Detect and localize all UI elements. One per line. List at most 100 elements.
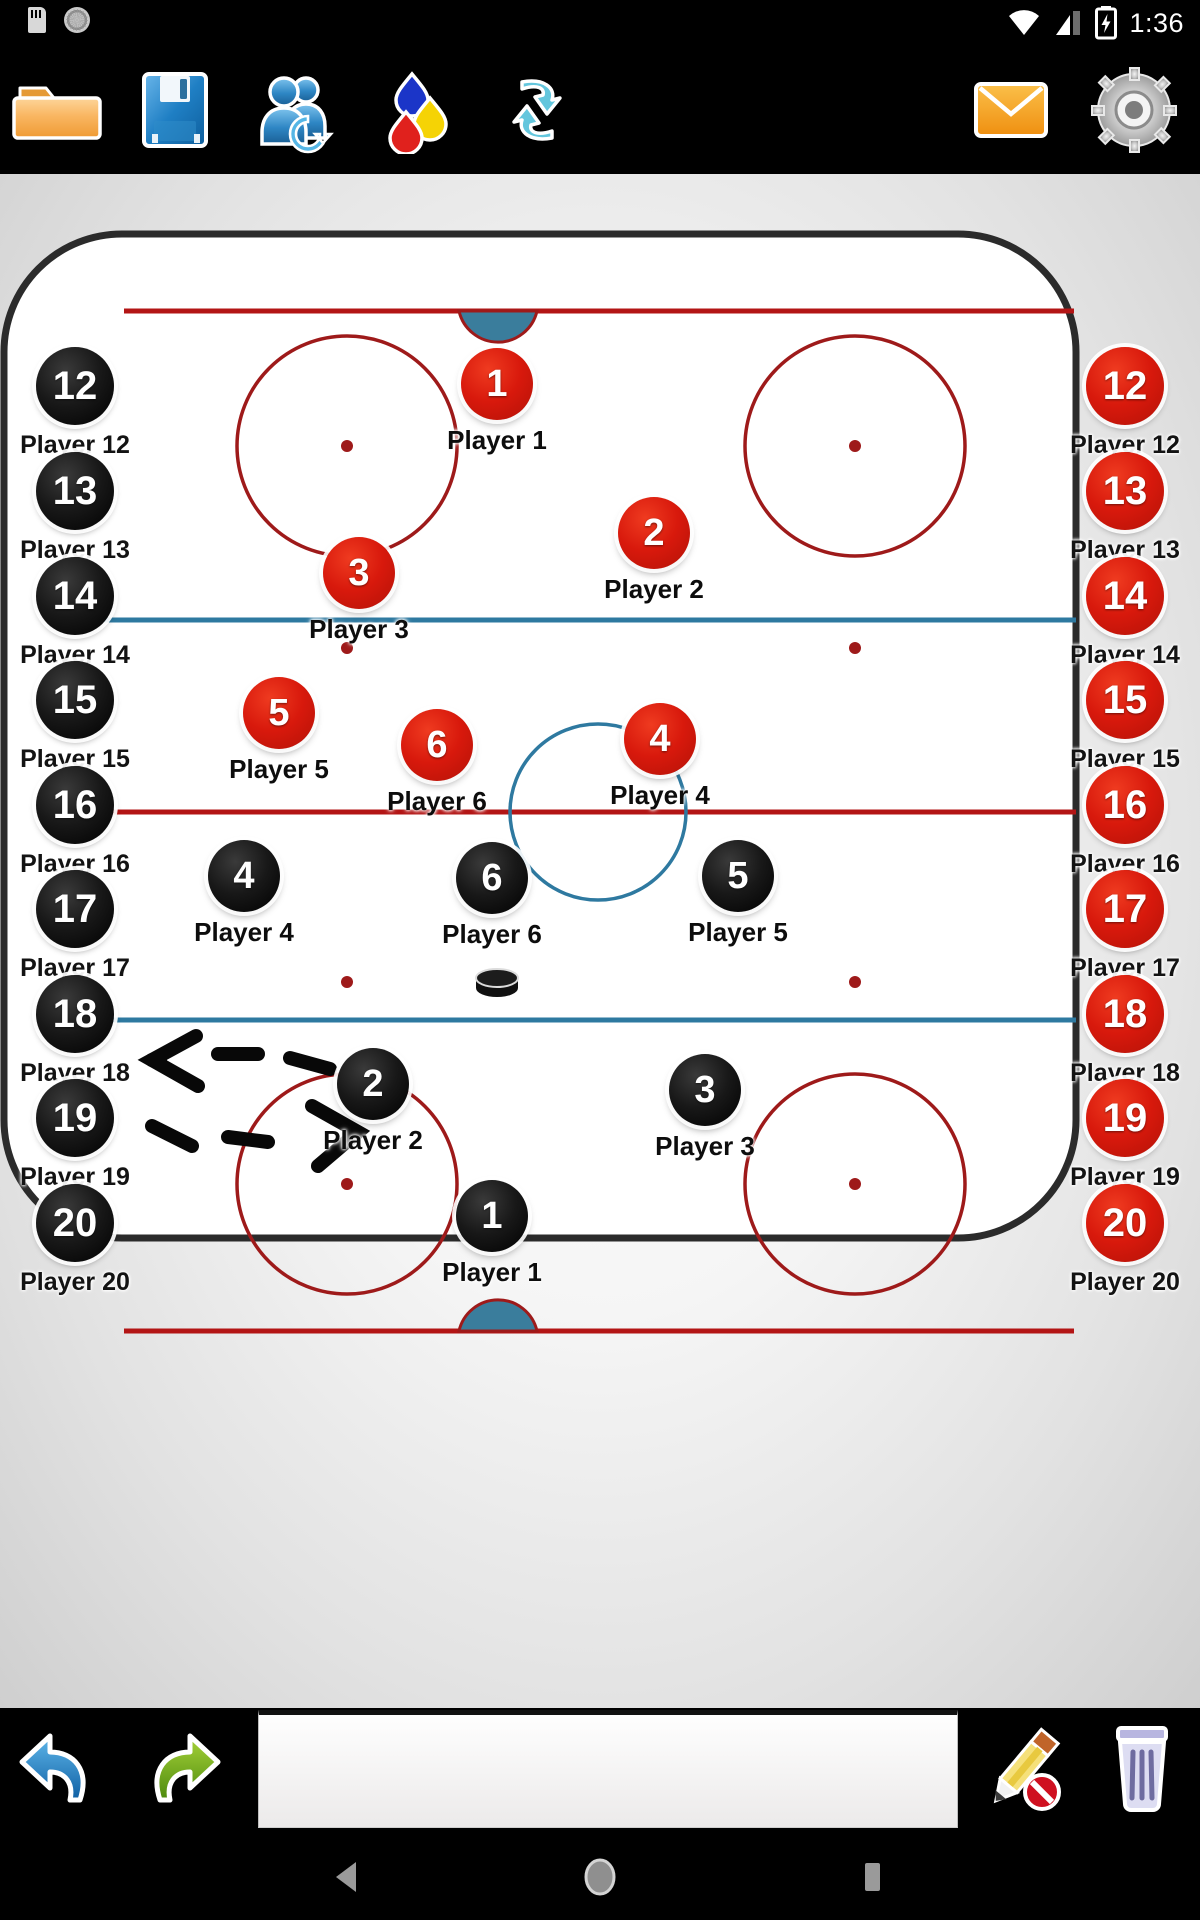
roster-item-right-16[interactable]: 16 Player 16	[1050, 766, 1200, 879]
neutral-dot-bottom-left	[341, 976, 353, 988]
roster-item-left-19[interactable]: 19 Player 19	[0, 1079, 150, 1192]
top-toolbar	[0, 46, 1200, 174]
open-folder-button[interactable]	[12, 66, 102, 154]
ice-token-black-1[interactable]: 1 Player 1	[417, 1180, 567, 1288]
ice-chip-black-1[interactable]: 1	[456, 1180, 528, 1252]
home-circle-icon[interactable]	[570, 1856, 630, 1898]
android-nav-bar	[0, 1834, 1200, 1920]
redo-button[interactable]	[132, 1718, 232, 1818]
erase-draw-button[interactable]	[972, 1718, 1072, 1818]
tactics-board[interactable]: 12 Player 12 13 Player 13 14 Player 14 15 Playe…	[0, 174, 1200, 1708]
roster-item-right-13[interactable]: 13 Player 13	[1050, 452, 1200, 565]
roster-chip-right-20[interactable]: 20	[1086, 1184, 1164, 1262]
ice-token-red-2[interactable]: 2 Player 2	[579, 497, 729, 605]
roster-chip-left-12[interactable]: 12	[36, 347, 114, 425]
ice-token-black-4[interactable]: 4 Player 4	[169, 840, 319, 948]
back-triangle-icon[interactable]	[318, 1856, 378, 1898]
ice-token-black-3[interactable]: 3 Player 3	[630, 1054, 780, 1162]
faceoff-dot-top-right	[849, 440, 861, 452]
ice-label-black-6: Player 6	[442, 919, 542, 949]
roster-chip-left-14[interactable]: 14	[36, 557, 114, 635]
roster-label-right-20: Player 20	[1070, 1268, 1180, 1296]
wifi-icon	[1009, 10, 1040, 35]
delete-button[interactable]	[1092, 1718, 1192, 1818]
roster-chip-right-19[interactable]: 19	[1086, 1079, 1164, 1157]
ice-token-red-3[interactable]: 3 Player 3	[284, 537, 434, 645]
ice-chip-black-5[interactable]: 5	[702, 840, 774, 912]
roster-item-right-17[interactable]: 17 Player 17	[1050, 870, 1200, 983]
ice-token-red-6[interactable]: 6 Player 6	[362, 709, 512, 817]
save-button[interactable]	[132, 66, 222, 154]
puck[interactable]	[474, 968, 520, 998]
mail-button[interactable]	[966, 66, 1056, 154]
roster-item-left-15[interactable]: 15 Player 15	[0, 661, 150, 774]
roster-chip-right-13[interactable]: 13	[1086, 452, 1164, 530]
roster-item-left-12[interactable]: 12 Player 12	[0, 347, 150, 460]
ice-token-black-2[interactable]: 2 Player 2	[298, 1048, 448, 1156]
ice-chip-black-2[interactable]: 2	[337, 1048, 409, 1120]
roster-item-right-15[interactable]: 15 Player 15	[1050, 661, 1200, 774]
ice-chip-black-4[interactable]: 4	[208, 840, 280, 912]
roster-item-right-19[interactable]: 19 Player 19	[1050, 1079, 1200, 1192]
ice-token-red-1[interactable]: 1 Player 1	[422, 348, 572, 456]
battery-charging-icon	[1095, 6, 1118, 40]
roster-chip-right-15[interactable]: 15	[1086, 661, 1164, 739]
undo-button[interactable]	[8, 1718, 108, 1818]
roster-chip-right-17[interactable]: 17	[1086, 870, 1164, 948]
ice-label-red-6: Player 6	[387, 786, 487, 816]
roster-chip-left-15[interactable]: 15	[36, 661, 114, 739]
ice-label-black-3: Player 3	[655, 1131, 755, 1161]
ice-token-black-6[interactable]: 6 Player 6	[417, 842, 567, 950]
neutral-dot-top-right	[849, 642, 861, 654]
roster-chip-left-16[interactable]: 16	[36, 766, 114, 844]
ice-chip-black-3[interactable]: 3	[669, 1054, 741, 1126]
roster-item-left-14[interactable]: 14 Player 14	[0, 557, 150, 670]
cellular-signal-icon	[1056, 11, 1081, 35]
roster-chip-left-18[interactable]: 18	[36, 975, 114, 1053]
sd-card-icon	[28, 7, 46, 33]
colors-button[interactable]	[372, 66, 462, 154]
ice-chip-red-4[interactable]: 4	[624, 703, 696, 775]
ice-label-red-3: Player 3	[309, 614, 409, 644]
roster-chip-right-14[interactable]: 14	[1086, 557, 1164, 635]
ice-label-black-5: Player 5	[688, 917, 788, 947]
ice-chip-red-3[interactable]: 3	[323, 537, 395, 609]
ice-token-red-4[interactable]: 4 Player 4	[585, 703, 735, 811]
ice-label-red-2: Player 2	[604, 574, 704, 604]
ice-chip-red-2[interactable]: 2	[618, 497, 690, 569]
ice-token-black-5[interactable]: 5 Player 5	[663, 840, 813, 948]
status-bar-left-icons	[28, 7, 90, 33]
roster-label-left-20: Player 20	[20, 1268, 130, 1296]
roster-chip-left-19[interactable]: 19	[36, 1079, 114, 1157]
roster-chip-left-17[interactable]: 17	[36, 870, 114, 948]
brightness-icon	[64, 7, 90, 33]
roster-chip-right-18[interactable]: 18	[1086, 975, 1164, 1053]
roster-item-left-16[interactable]: 16 Player 16	[0, 766, 150, 879]
crease-bottom	[457, 1298, 539, 1333]
recents-square-icon[interactable]	[842, 1856, 902, 1898]
players-button[interactable]	[252, 66, 342, 154]
ice-chip-black-6[interactable]: 6	[456, 842, 528, 914]
roster-item-left-17[interactable]: 17 Player 17	[0, 870, 150, 983]
roster-chip-right-12[interactable]: 12	[1086, 347, 1164, 425]
roster-item-right-20[interactable]: 20 Player 20	[1050, 1184, 1200, 1297]
ice-chip-red-1[interactable]: 1	[461, 348, 533, 420]
roster-item-left-13[interactable]: 13 Player 13	[0, 452, 150, 565]
roster-chip-left-20[interactable]: 20	[36, 1184, 114, 1262]
settings-button[interactable]	[1088, 66, 1184, 154]
roster-item-left-18[interactable]: 18 Player 18	[0, 975, 150, 1088]
ice-chip-red-6[interactable]: 6	[401, 709, 473, 781]
ice-label-black-1: Player 1	[442, 1257, 542, 1287]
roster-chip-right-16[interactable]: 16	[1086, 766, 1164, 844]
roster-item-right-18[interactable]: 18 Player 18	[1050, 975, 1200, 1088]
roster-item-right-12[interactable]: 12 Player 12	[1050, 347, 1200, 460]
ice-chip-red-5[interactable]: 5	[243, 677, 315, 749]
ice-label-red-1: Player 1	[447, 425, 547, 455]
roster-chip-left-13[interactable]: 13	[36, 452, 114, 530]
app-root: 1:36 12 Player 12 13 Player 13 14 Player…	[0, 0, 1200, 1920]
roster-item-left-20[interactable]: 20 Player 20	[0, 1184, 150, 1297]
ice-token-red-5[interactable]: 5 Player 5	[204, 677, 354, 785]
note-input[interactable]	[258, 1710, 958, 1828]
swap-sides-button[interactable]	[492, 66, 582, 154]
roster-item-right-14[interactable]: 14 Player 14	[1050, 557, 1200, 670]
